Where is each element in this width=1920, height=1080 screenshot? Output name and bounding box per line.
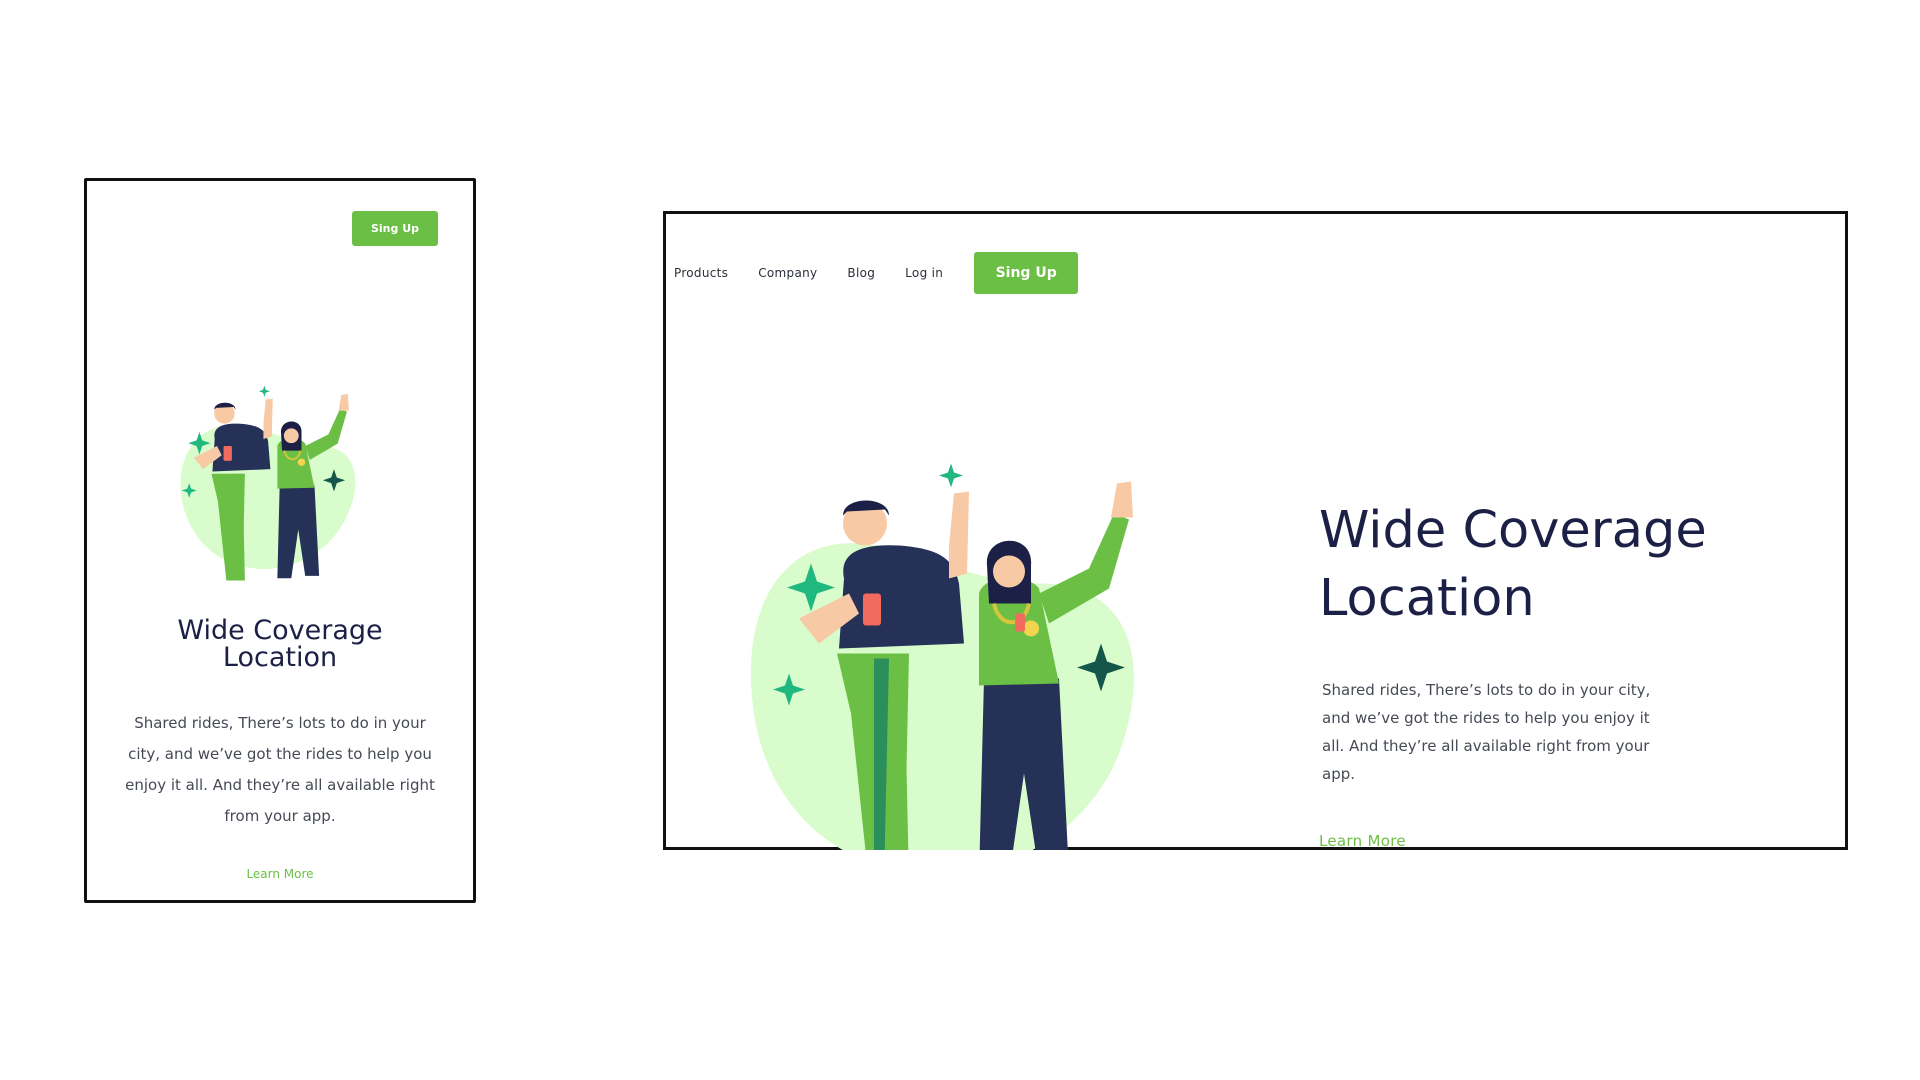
- nav-company[interactable]: Company: [758, 266, 817, 280]
- desktop-description: Shared rides, There’s lots to do in your…: [1322, 676, 1682, 788]
- canvas: Sing Up Wide Coverage Location Shared ri…: [0, 0, 1920, 1080]
- mobile-frame: Sing Up Wide Coverage Location Shared ri…: [84, 178, 476, 903]
- mobile-hero-illustration: [162, 381, 402, 581]
- mobile-title-line-2: Location: [222, 642, 338, 673]
- nav-blog[interactable]: Blog: [847, 266, 875, 280]
- mobile-description: Shared rides, There’s lots to do in your…: [119, 708, 441, 832]
- desktop-page-title: Wide Coverage Location: [1319, 497, 1799, 633]
- mobile-page-title: Wide Coverage Location: [87, 617, 473, 671]
- mobile-body-line-3: enjoy it all. And they’re all available …: [125, 776, 435, 794]
- desktop-body-line-3: all. And they’re all available right fro…: [1322, 737, 1650, 755]
- desktop-body-line-2: and we’ve got the rides to help you enjo…: [1322, 709, 1650, 727]
- desktop-title-line-1: Wide Coverage: [1319, 501, 1707, 560]
- desktop-learn-more-link[interactable]: Learn More: [1319, 832, 1406, 850]
- people-waving-icon: [180, 385, 356, 581]
- desktop-navbar: Products Company Blog Log in Sing Up: [674, 252, 1079, 294]
- nav-login[interactable]: Log in: [905, 266, 943, 280]
- desktop-title-line-2: Location: [1319, 569, 1535, 628]
- desktop-hero-illustration: [739, 419, 1239, 850]
- desktop-frame: Products Company Blog Log in Sing Up Wid…: [663, 211, 1848, 850]
- mobile-learn-more-link[interactable]: Learn More: [87, 867, 473, 881]
- mobile-title-line-1: Wide Coverage: [177, 615, 383, 646]
- desktop-body-line-1: Shared rides, There’s lots to do in your…: [1322, 681, 1651, 699]
- desktop-signup-button[interactable]: Sing Up: [974, 252, 1079, 294]
- mobile-body-line-1: Shared rides, There’s lots to do in your: [134, 714, 426, 732]
- mobile-signup-button[interactable]: Sing Up: [352, 211, 438, 246]
- mobile-body-line-2: city, and we’ve got the rides to help yo…: [128, 745, 432, 763]
- people-waving-icon: [750, 463, 1134, 850]
- nav-products[interactable]: Products: [674, 266, 728, 280]
- mobile-body-line-4: from your app.: [224, 807, 336, 825]
- desktop-body-line-4: app.: [1322, 765, 1356, 783]
